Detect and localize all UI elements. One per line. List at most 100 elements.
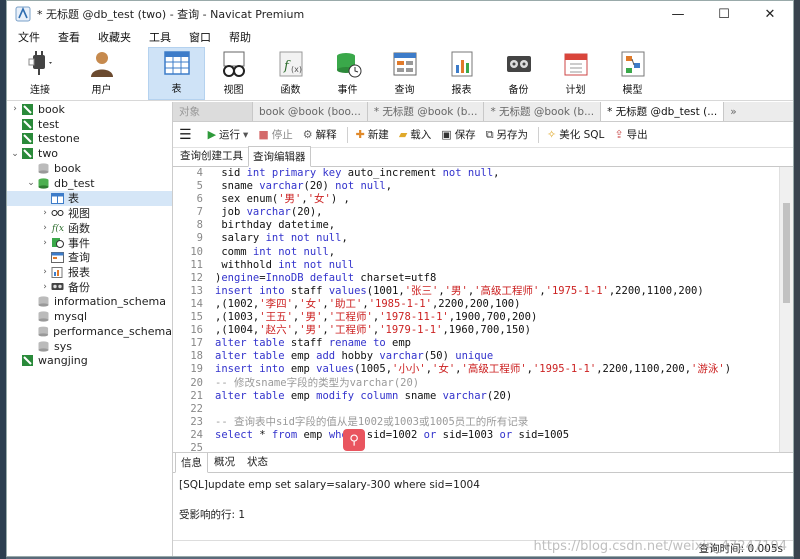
tree-item-testone[interactable]: testone [7, 132, 172, 147]
chevron-right-icon[interactable]: › [39, 238, 51, 248]
tab-query-editor[interactable]: 查询编辑器 [248, 146, 311, 167]
menu-tools[interactable]: 工具 [140, 29, 180, 45]
chevron-down-icon[interactable]: ⌄ [25, 178, 37, 188]
code-line[interactable]: sname varchar(20) not null, [215, 180, 779, 193]
code-token: int not null [252, 245, 329, 258]
search-overlay-icon[interactable]: ⚲ [343, 429, 365, 451]
query-button[interactable]: 查询 [376, 47, 433, 100]
tree-item-报表[interactable]: › 报表 [7, 265, 172, 280]
user-button[interactable]: 用户 [73, 47, 130, 100]
code-line[interactable] [215, 442, 779, 452]
chevron-down-icon[interactable]: ⌄ [9, 149, 21, 159]
function-button[interactable]: f (x) 函数 [262, 47, 319, 100]
code-line[interactable] [215, 403, 779, 416]
save-button[interactable]: ▣ 保存 [441, 127, 475, 142]
tree-item-book[interactable]: book [7, 161, 172, 176]
sql-code[interactable]: sid int primary key auto_increment not n… [211, 167, 779, 452]
chevron-right-icon[interactable]: › [9, 104, 21, 114]
schedule-button[interactable]: 计划 [547, 47, 604, 100]
document-tab[interactable]: * 无标题 @book (b... [368, 102, 485, 121]
tree-item-db_test[interactable]: ⌄ db_test [7, 176, 172, 191]
code-line[interactable]: sex enum('男','女') , [215, 193, 779, 206]
code-line[interactable]: sid int primary key auto_increment not n… [215, 167, 779, 180]
save-as-button[interactable]: ⧉ 另存为 [486, 127, 528, 142]
code-line[interactable]: alter table staff rename to emp [215, 337, 779, 350]
tree-item-事件[interactable]: › 事件 [7, 235, 172, 250]
document-tab[interactable]: * 无标题 @book (b... [484, 102, 602, 121]
chevron-right-icon[interactable]: › [39, 208, 51, 218]
code-line[interactable]: comm int not null, [215, 246, 779, 259]
tab-query-builder[interactable]: 查询创建工具 [175, 145, 248, 166]
code-line[interactable]: insert into staff values(1001,'张三','男','… [215, 285, 779, 298]
code-line[interactable]: -- 查询表中sid字段的值从是1002或1003或1005员工的所有记录 [215, 416, 779, 429]
more-tabs-button[interactable]: » [724, 102, 742, 121]
menu-help[interactable]: 帮助 [220, 29, 260, 45]
chevron-right-icon[interactable]: › [39, 267, 51, 277]
tab-profile[interactable]: 概况 [208, 451, 241, 472]
new-query-button[interactable]: ✚ 新建 [356, 127, 389, 142]
code-line[interactable]: salary int not null, [215, 232, 779, 245]
code-line[interactable]: birthday datetime, [215, 219, 779, 232]
tree-item-information_schema[interactable]: information_schema [7, 294, 172, 309]
scrollbar-thumb[interactable] [783, 203, 790, 303]
tree-item-表[interactable]: 表 [7, 190, 172, 206]
view-button[interactable]: 视图 [205, 47, 262, 100]
tree-item-wangjing[interactable]: wangjing [7, 354, 172, 369]
menu-favorites[interactable]: 收藏夹 [89, 29, 140, 45]
maximize-button[interactable]: ☐ [701, 1, 747, 27]
tree-item-test[interactable]: test [7, 117, 172, 132]
code-line[interactable]: insert into emp values(1005,'小小','女','高级… [215, 363, 779, 376]
menu-view[interactable]: 查看 [49, 29, 89, 45]
code-line[interactable]: ,(1004,'赵六','男','工程师','1979-1-1',1960,70… [215, 324, 779, 337]
code-token: -- 修改sname字段的类型为varchar(20) [215, 376, 420, 389]
tree-item-备份[interactable]: › 备份 [7, 280, 172, 295]
tree-item-视图[interactable]: › 视图 [7, 206, 172, 221]
tree-item-sys[interactable]: sys [7, 339, 172, 354]
run-button[interactable]: ▶ 运行 ▾ [208, 127, 249, 142]
event-button[interactable]: 事件 [319, 47, 376, 100]
tab-info[interactable]: 信息 [175, 452, 208, 473]
code-line[interactable]: withhold int not null [215, 259, 779, 272]
table-button[interactable]: 表 [148, 47, 205, 100]
code-line[interactable]: alter table emp add hobby varchar(50) un… [215, 350, 779, 363]
code-line[interactable]: )engine=InnoDB default charset=utf8 [215, 272, 779, 285]
tree-item-查询[interactable]: 查询 [7, 250, 172, 265]
tree-item-performance_schema[interactable]: performance_schema [7, 324, 172, 339]
sql-editor[interactable]: 4567891011121314151617181920212223242526… [173, 167, 793, 453]
document-tab[interactable]: * 无标题 @db_test (... [601, 102, 725, 121]
code-line[interactable]: alter table emp modify column sname varc… [215, 390, 779, 403]
tree-item-函数[interactable]: ›f(x) 函数 [7, 220, 172, 235]
menu-icon-button[interactable]: ☰ [179, 127, 192, 143]
chevron-right-icon[interactable]: › [39, 223, 51, 233]
tab-objects[interactable]: 对象 [173, 102, 253, 121]
close-button[interactable]: ✕ [747, 1, 793, 27]
code-line[interactable]: ,(1002,'李四','女','助工','1985-1-1',2200,200… [215, 298, 779, 311]
report-button[interactable]: 报表 [433, 47, 490, 100]
model-button[interactable]: 模型 [604, 47, 661, 100]
editor-scrollbar[interactable] [779, 167, 793, 452]
run-dropdown-caret[interactable]: ▾ [243, 129, 248, 141]
tree-item-mysql[interactable]: mysql [7, 309, 172, 324]
menu-window[interactable]: 窗口 [180, 29, 220, 45]
beautify-sql-button[interactable]: ✧ 美化 SQL [547, 127, 604, 142]
document-tab[interactable]: book @book (boo... [253, 102, 368, 121]
code-line[interactable]: -- 修改sname字段的类型为varchar(20) [215, 377, 779, 390]
explain-button[interactable]: ⚙ 解释 [303, 127, 337, 142]
load-button[interactable]: ▰ 载入 [399, 127, 431, 142]
tree-item-two[interactable]: ⌄ two [7, 146, 172, 161]
code-line[interactable]: job varchar(20), [215, 206, 779, 219]
code-token: emp [297, 428, 329, 441]
code-line[interactable]: select * from emp where sid=1002 or sid=… [215, 429, 779, 442]
minimize-button[interactable]: — [655, 1, 701, 27]
tab-status[interactable]: 状态 [241, 451, 274, 472]
code-token: emp [385, 337, 412, 350]
tree-item-book[interactable]: › book [7, 102, 172, 117]
connection-button[interactable]: 连接 [7, 47, 73, 100]
menu-bar: 文件 查看 收藏夹 工具 窗口 帮助 [7, 27, 793, 47]
backup-button[interactable]: 备份 [490, 47, 547, 100]
chevron-right-icon[interactable]: › [39, 282, 51, 292]
menu-file[interactable]: 文件 [9, 29, 49, 45]
export-button[interactable]: ⇪ 导出 [614, 127, 647, 142]
code-line[interactable]: ,(1003,'王五','男','工程师','1978-11-1',1900,7… [215, 311, 779, 324]
stop-button[interactable]: ■ 停止 [258, 127, 292, 142]
